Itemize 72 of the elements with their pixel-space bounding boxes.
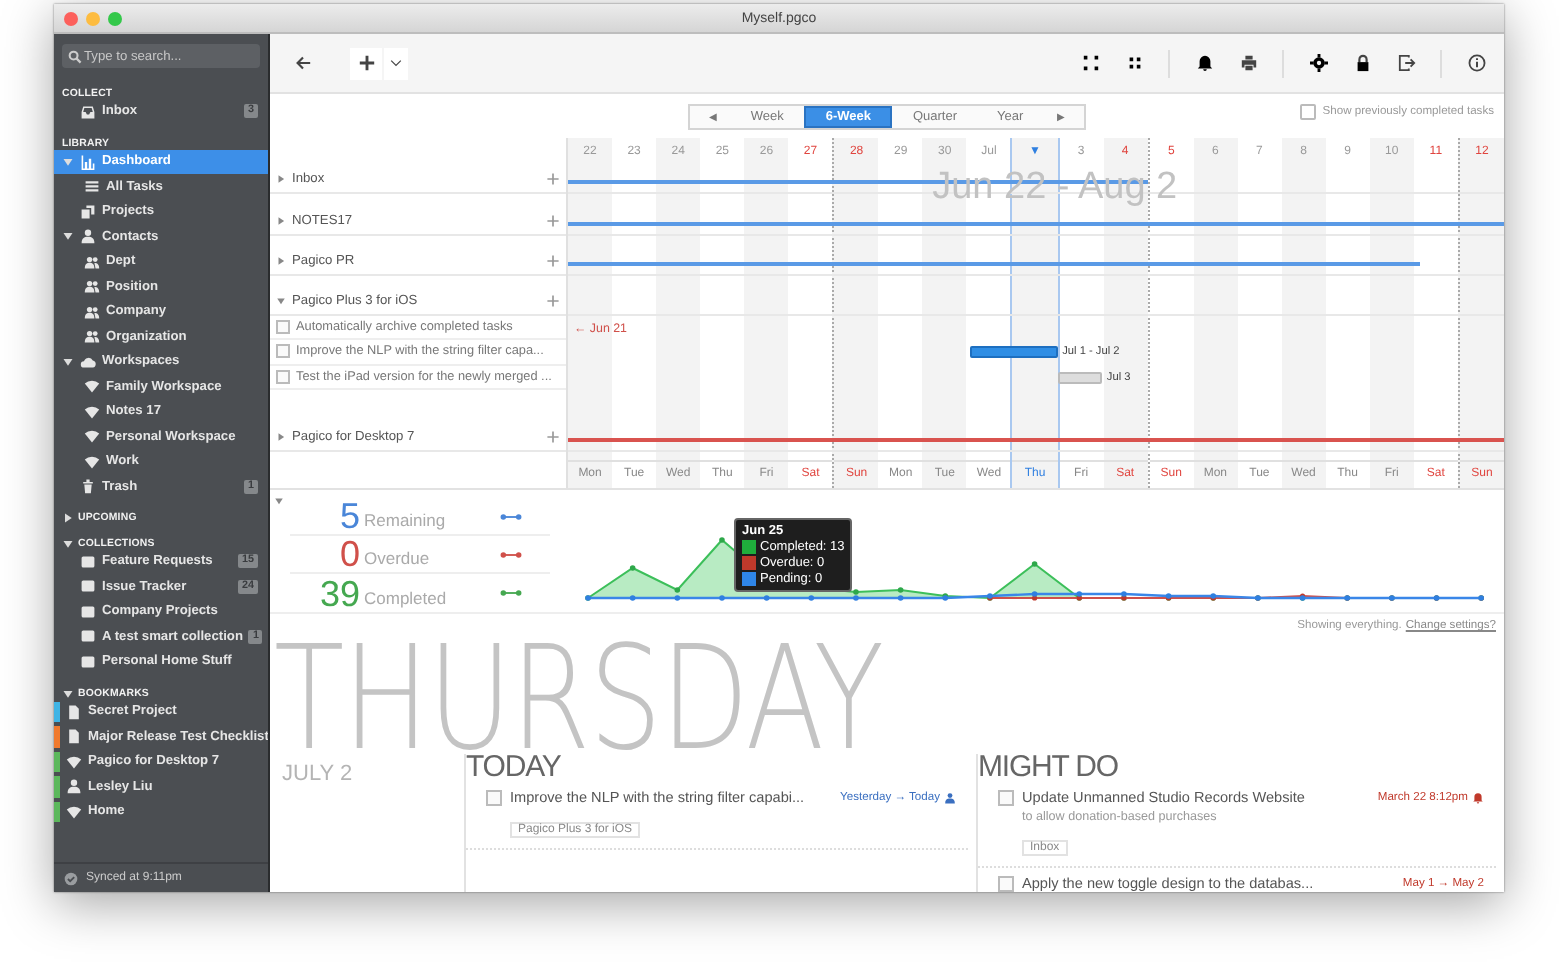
wifi-icon — [66, 803, 82, 820]
wifi-icon — [66, 753, 82, 770]
search-icon — [68, 49, 82, 63]
caret-icon[interactable] — [62, 537, 74, 549]
checkbox[interactable] — [276, 319, 290, 334]
caret-icon[interactable] — [62, 512, 74, 524]
notification-icon — [1195, 54, 1213, 72]
person-icon — [944, 791, 956, 803]
stat-readout: 5 Remaining — [337, 500, 448, 532]
caret-icon[interactable] — [62, 230, 74, 243]
people-icon — [84, 278, 100, 295]
caret-icon[interactable] — [276, 432, 286, 442]
info-icon — [1467, 54, 1485, 72]
list-heading: MIGHT DO — [978, 754, 1120, 782]
add-icon[interactable] — [546, 213, 560, 228]
caret-icon — [390, 54, 402, 72]
list-icon — [84, 178, 100, 195]
trash-icon — [80, 478, 96, 495]
collapse-icon — [1125, 54, 1143, 72]
checkbox[interactable] — [998, 875, 1014, 891]
task-bar — [969, 346, 1059, 359]
caret-icon[interactable] — [62, 355, 74, 368]
people-icon — [84, 328, 100, 345]
stat-readout: 39 Completed — [317, 577, 449, 609]
color-bar — [54, 726, 60, 747]
checkbox[interactable] — [276, 344, 290, 359]
caret-icon[interactable] — [276, 173, 286, 184]
checkbox[interactable] — [1300, 104, 1317, 120]
color-bar — [54, 776, 60, 797]
caret-icon[interactable] — [276, 215, 286, 226]
lock-icon — [1353, 54, 1371, 72]
weekday-heading: THURSDAY — [274, 646, 883, 752]
date-heading: JULY 2 — [280, 760, 355, 790]
caret-icon[interactable] — [276, 255, 286, 266]
add-icon[interactable] — [546, 171, 560, 186]
people-icon — [84, 303, 100, 320]
folders-icon — [80, 203, 96, 220]
line-legend-icon — [500, 588, 522, 598]
print-icon — [1239, 54, 1257, 72]
check-icon — [64, 871, 78, 885]
sign-out-icon — [1397, 54, 1415, 72]
checkbox[interactable] — [276, 369, 290, 384]
dropdown-button[interactable] — [384, 47, 408, 79]
person-icon — [66, 778, 82, 795]
add-button[interactable] — [350, 47, 382, 79]
close-button[interactable] — [64, 11, 78, 25]
checkbox[interactable] — [486, 789, 502, 805]
bell-icon — [1472, 791, 1484, 803]
line-legend-icon — [500, 511, 522, 521]
cloud-icon — [80, 353, 96, 370]
list-heading: TODAY — [466, 754, 563, 782]
stat-readout: 0 Overdue — [337, 538, 432, 570]
bar-chart-icon — [80, 153, 96, 170]
task-bar — [1058, 371, 1103, 384]
color-bar — [54, 701, 60, 722]
add-icon — [357, 54, 375, 72]
caret-icon[interactable] — [62, 687, 74, 699]
line-legend-icon — [500, 549, 522, 559]
add-icon[interactable] — [546, 430, 560, 444]
people-icon — [84, 253, 100, 270]
color-bar — [54, 751, 60, 772]
inbox-tray-icon — [80, 103, 96, 120]
checkbox[interactable] — [998, 789, 1014, 805]
zoom-button[interactable] — [108, 11, 122, 25]
add-icon[interactable] — [546, 293, 560, 308]
add-icon[interactable] — [546, 253, 560, 268]
caret-icon[interactable] — [274, 496, 284, 506]
expand-icon — [1081, 54, 1099, 72]
person-icon — [80, 228, 96, 245]
back-icon — [293, 54, 311, 72]
color-bar — [54, 801, 60, 822]
caret-icon[interactable] — [276, 295, 286, 306]
